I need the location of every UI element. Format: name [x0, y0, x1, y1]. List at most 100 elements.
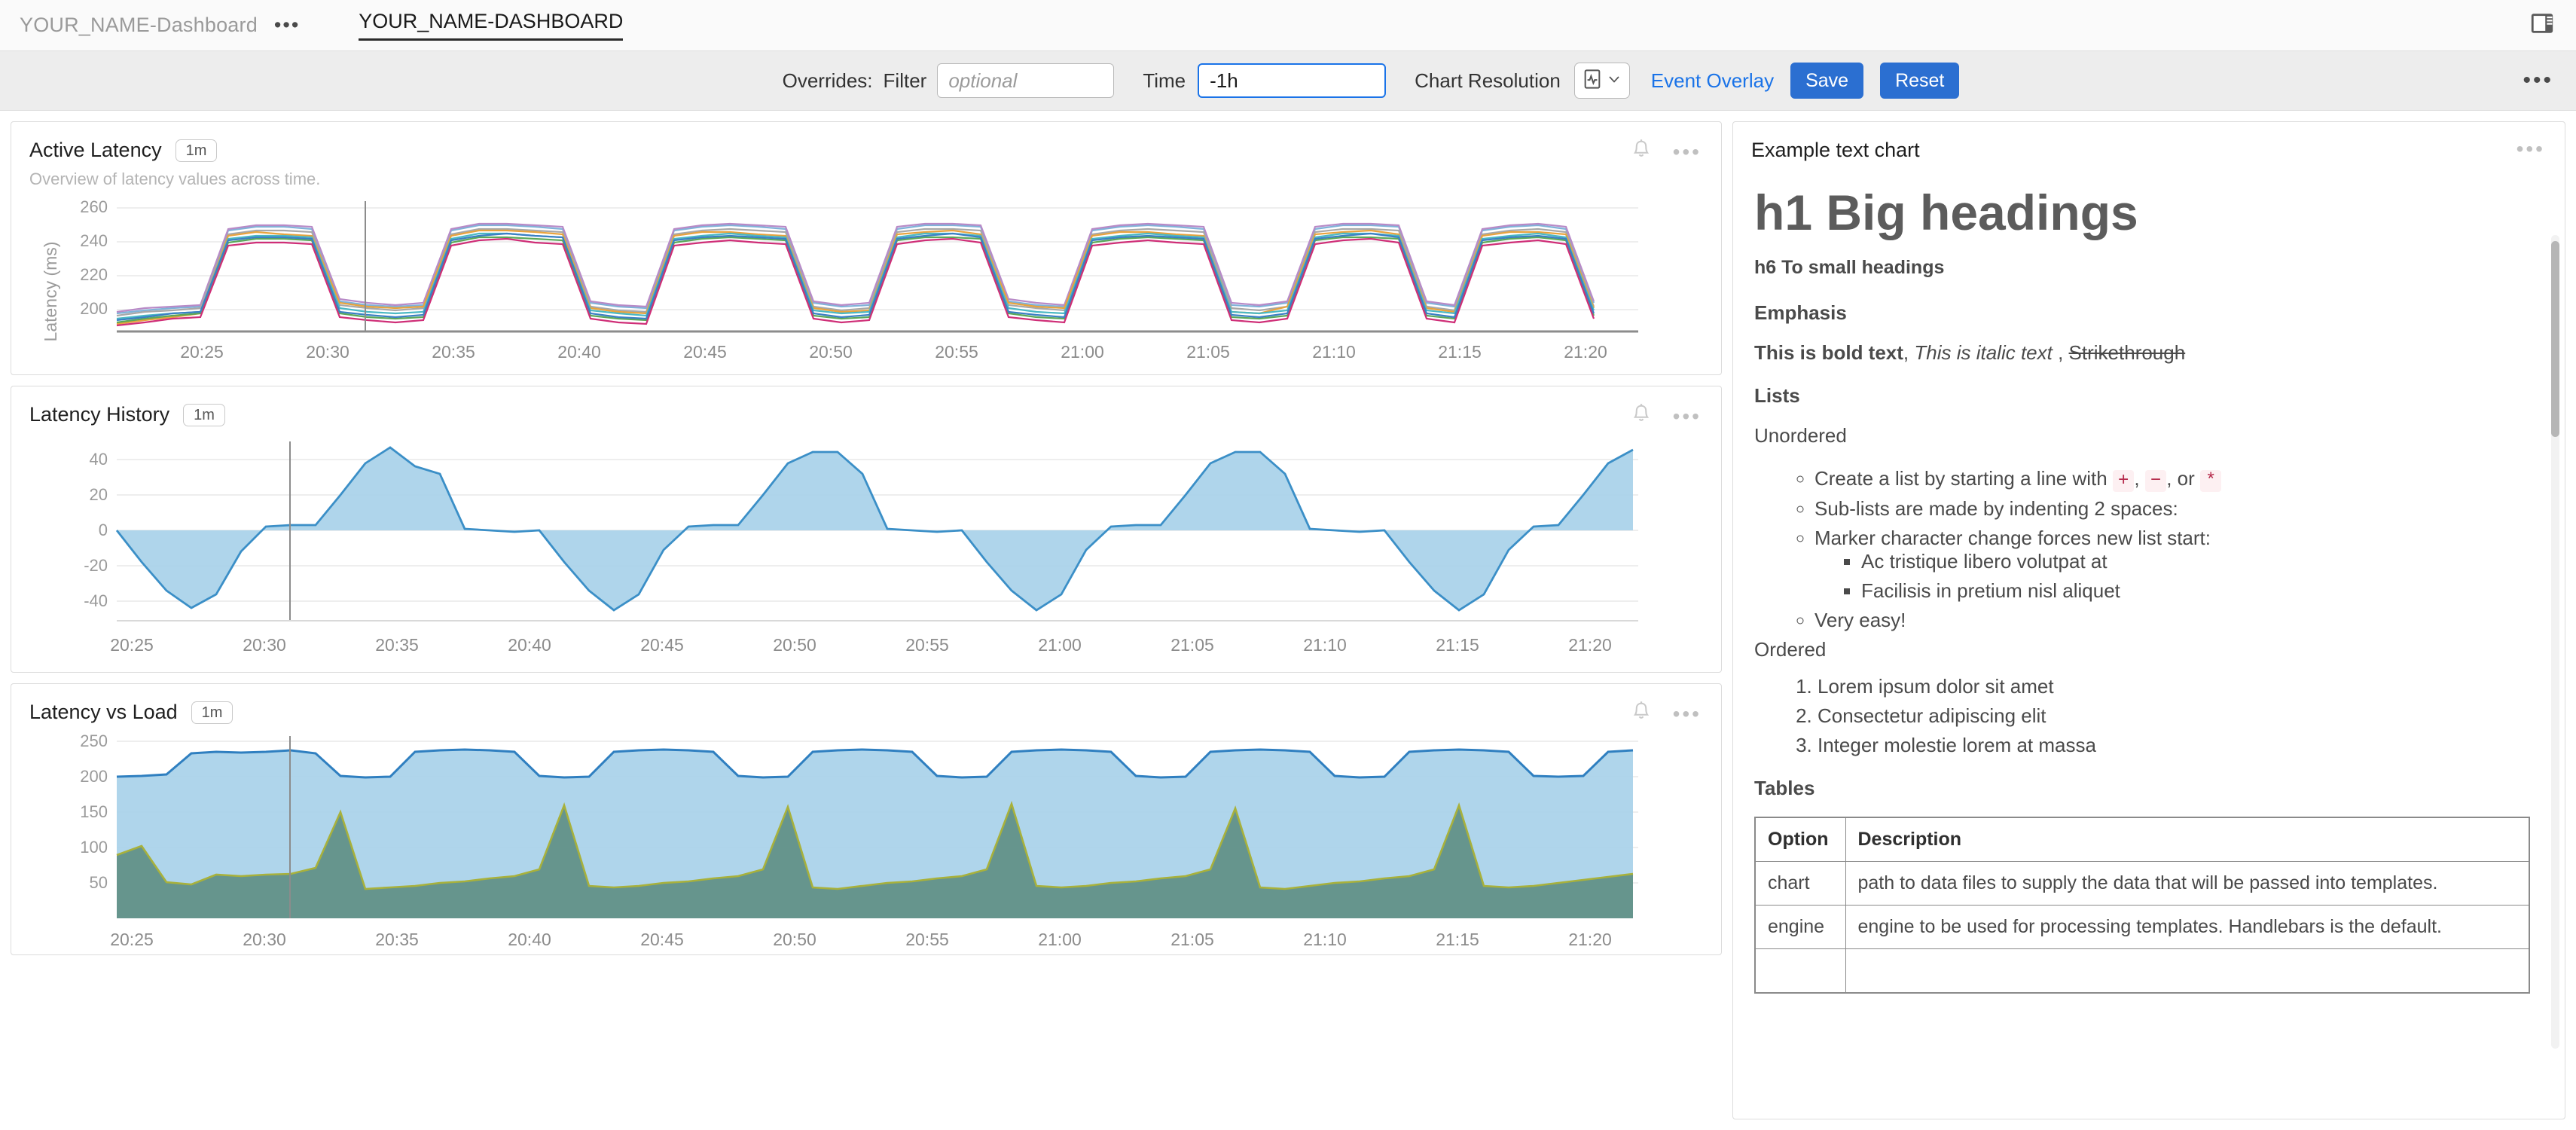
ellipsis-icon[interactable]: •••: [1673, 704, 1702, 725]
panel-header: Latency vs Load 1m: [11, 684, 1721, 724]
scrollbar-thumb[interactable]: [2551, 241, 2559, 437]
list-item: Facilisis in pretium nisl aliquet: [1861, 579, 2530, 603]
ellipsis-icon[interactable]: •••: [1673, 406, 1702, 427]
breadcrumb-menu-icon[interactable]: •••: [274, 15, 300, 35]
svg-text:21:15: 21:15: [1436, 635, 1479, 655]
svg-text:21:10: 21:10: [1303, 635, 1347, 655]
svg-text:20:45: 20:45: [640, 635, 684, 655]
chart-latency-vs-load[interactable]: 250 200 150 100 50: [11, 724, 1721, 954]
sep-1: ,: [1903, 341, 1914, 364]
panel-subtitle: Overview of latency values across time.: [11, 162, 1721, 189]
y-axis-ticks: 260 240 220 200: [80, 197, 108, 318]
overrides-label: Overrides:: [783, 69, 873, 93]
filter-label: Filter: [884, 69, 927, 93]
svg-text:20:55: 20:55: [905, 635, 949, 655]
svg-text:20:55: 20:55: [935, 342, 978, 362]
code-minus: −: [2145, 470, 2166, 492]
list-item: Marker character change forces new list …: [1814, 527, 2530, 603]
svg-text:260: 260: [80, 197, 108, 216]
panel-resolution-badge[interactable]: 1m: [183, 404, 225, 426]
strikethrough-sample: Strikethrough: [2069, 341, 2186, 364]
ellipsis-icon[interactable]: •••: [1673, 142, 1702, 163]
svg-text:150: 150: [80, 802, 108, 821]
panel-title: Latency vs Load: [29, 701, 178, 724]
svg-text:20:50: 20:50: [773, 635, 816, 655]
chart-resolution-label: Chart Resolution: [1415, 69, 1561, 93]
svg-text:20:45: 20:45: [683, 342, 727, 362]
toolbar-controls: Overrides: Filter Time Chart Resolution …: [617, 63, 1960, 99]
svg-text:250: 250: [80, 731, 108, 750]
filter-input[interactable]: [937, 63, 1114, 98]
svg-text:21:15: 21:15: [1436, 930, 1479, 949]
chart-resolution-select[interactable]: [1574, 63, 1630, 99]
save-button[interactable]: Save: [1790, 63, 1863, 99]
markdown-h6: h6 To small headings: [1754, 257, 2530, 279]
area-fill: [117, 447, 1633, 610]
svg-text:21:20: 21:20: [1564, 342, 1607, 362]
chart-latency-history[interactable]: 40 20 0 -20 -40: [11, 426, 1721, 672]
panel-actions: •••: [1631, 139, 1702, 165]
cell-option: [1755, 949, 1845, 994]
list-item: Create a list by starting a line with +,…: [1814, 467, 2530, 491]
bell-icon[interactable]: [1631, 403, 1652, 429]
svg-text:20:45: 20:45: [640, 930, 684, 949]
ellipsis-icon[interactable]: •••: [2516, 139, 2545, 160]
svg-text:20:55: 20:55: [905, 930, 949, 949]
panel-resolution-badge[interactable]: 1m: [191, 701, 233, 724]
breadcrumb[interactable]: YOUR_NAME-Dashboard: [20, 14, 258, 37]
sidebar-panel-icon[interactable]: [2529, 11, 2555, 40]
y-axis-ticks: 40 20 0 -20 -40: [84, 450, 108, 610]
tables-heading: Tables: [1754, 777, 2530, 800]
svg-text:21:05: 21:05: [1186, 342, 1230, 362]
table-row: [1755, 949, 2529, 994]
svg-text:20: 20: [90, 485, 108, 504]
event-overlay-link[interactable]: Event Overlay: [1651, 69, 1774, 93]
panel-actions: •••: [1631, 403, 1702, 429]
svg-text:40: 40: [90, 450, 108, 469]
cell-option: chart: [1755, 862, 1845, 906]
panel-header: Example text chart •••: [1733, 122, 2565, 162]
svg-text:200: 200: [80, 299, 108, 318]
time-input[interactable]: [1198, 63, 1386, 98]
reset-button[interactable]: Reset: [1880, 63, 1959, 99]
chart-active-latency[interactable]: Latency (ms) 260 240 220 200: [11, 189, 1721, 374]
panel-actions: •••: [1631, 701, 1702, 727]
text-chart-column: Example text chart ••• h1 Big headings h…: [1732, 121, 2565, 1119]
svg-text:100: 100: [80, 838, 108, 857]
emphasis-line: This is bold text, This is italic text ,…: [1754, 341, 2530, 365]
svg-text:-20: -20: [84, 556, 108, 575]
svg-text:21:00: 21:00: [1061, 342, 1104, 362]
svg-text:50: 50: [90, 873, 108, 892]
sep-2: ,: [2053, 341, 2069, 364]
svg-text:21:20: 21:20: [1568, 635, 1612, 655]
svg-text:20:40: 20:40: [508, 930, 551, 949]
cell-option: engine: [1755, 906, 1845, 949]
x-axis-ticks: 20:25 20:30 20:35 20:40 20:45 20:50 20:5…: [110, 635, 1612, 655]
svg-text:21:10: 21:10: [1312, 342, 1356, 362]
cell-description: [1845, 949, 2529, 994]
svg-text:20:40: 20:40: [557, 342, 601, 362]
svg-text:20:35: 20:35: [375, 930, 419, 949]
pulse-chart-icon: [1583, 69, 1602, 93]
charts-column: Active Latency 1m Overview of latency va…: [11, 121, 1722, 955]
toolbar-more-icon[interactable]: •••: [2523, 69, 2553, 92]
svg-text:0: 0: [99, 521, 108, 539]
panel-title: Example text chart: [1751, 139, 1920, 161]
markdown-body: h1 Big headings h6 To small headings Emp…: [1733, 162, 2565, 1092]
svg-text:21:05: 21:05: [1170, 930, 1214, 949]
title-bar: YOUR_NAME-Dashboard ••• YOUR_NAME-DASHBO…: [0, 0, 2576, 51]
svg-text:21:05: 21:05: [1170, 635, 1214, 655]
svg-text:200: 200: [80, 767, 108, 786]
ul-item-3-text: Marker character change forces new list …: [1814, 527, 2211, 549]
panel-active-latency: Active Latency 1m Overview of latency va…: [11, 121, 1722, 375]
list-item: Consectetur adipiscing elit: [1818, 704, 2530, 728]
column-header-option: Option: [1755, 817, 1845, 862]
svg-text:220: 220: [80, 265, 108, 284]
tab-dashboard[interactable]: YOUR_NAME-DASHBOARD: [359, 10, 623, 41]
bell-icon[interactable]: [1631, 139, 1652, 165]
panel-resolution-badge[interactable]: 1m: [175, 139, 218, 162]
svg-text:21:20: 21:20: [1568, 930, 1612, 949]
svg-text:20:40: 20:40: [508, 635, 551, 655]
bell-icon[interactable]: [1631, 701, 1652, 727]
svg-text:20:35: 20:35: [432, 342, 475, 362]
